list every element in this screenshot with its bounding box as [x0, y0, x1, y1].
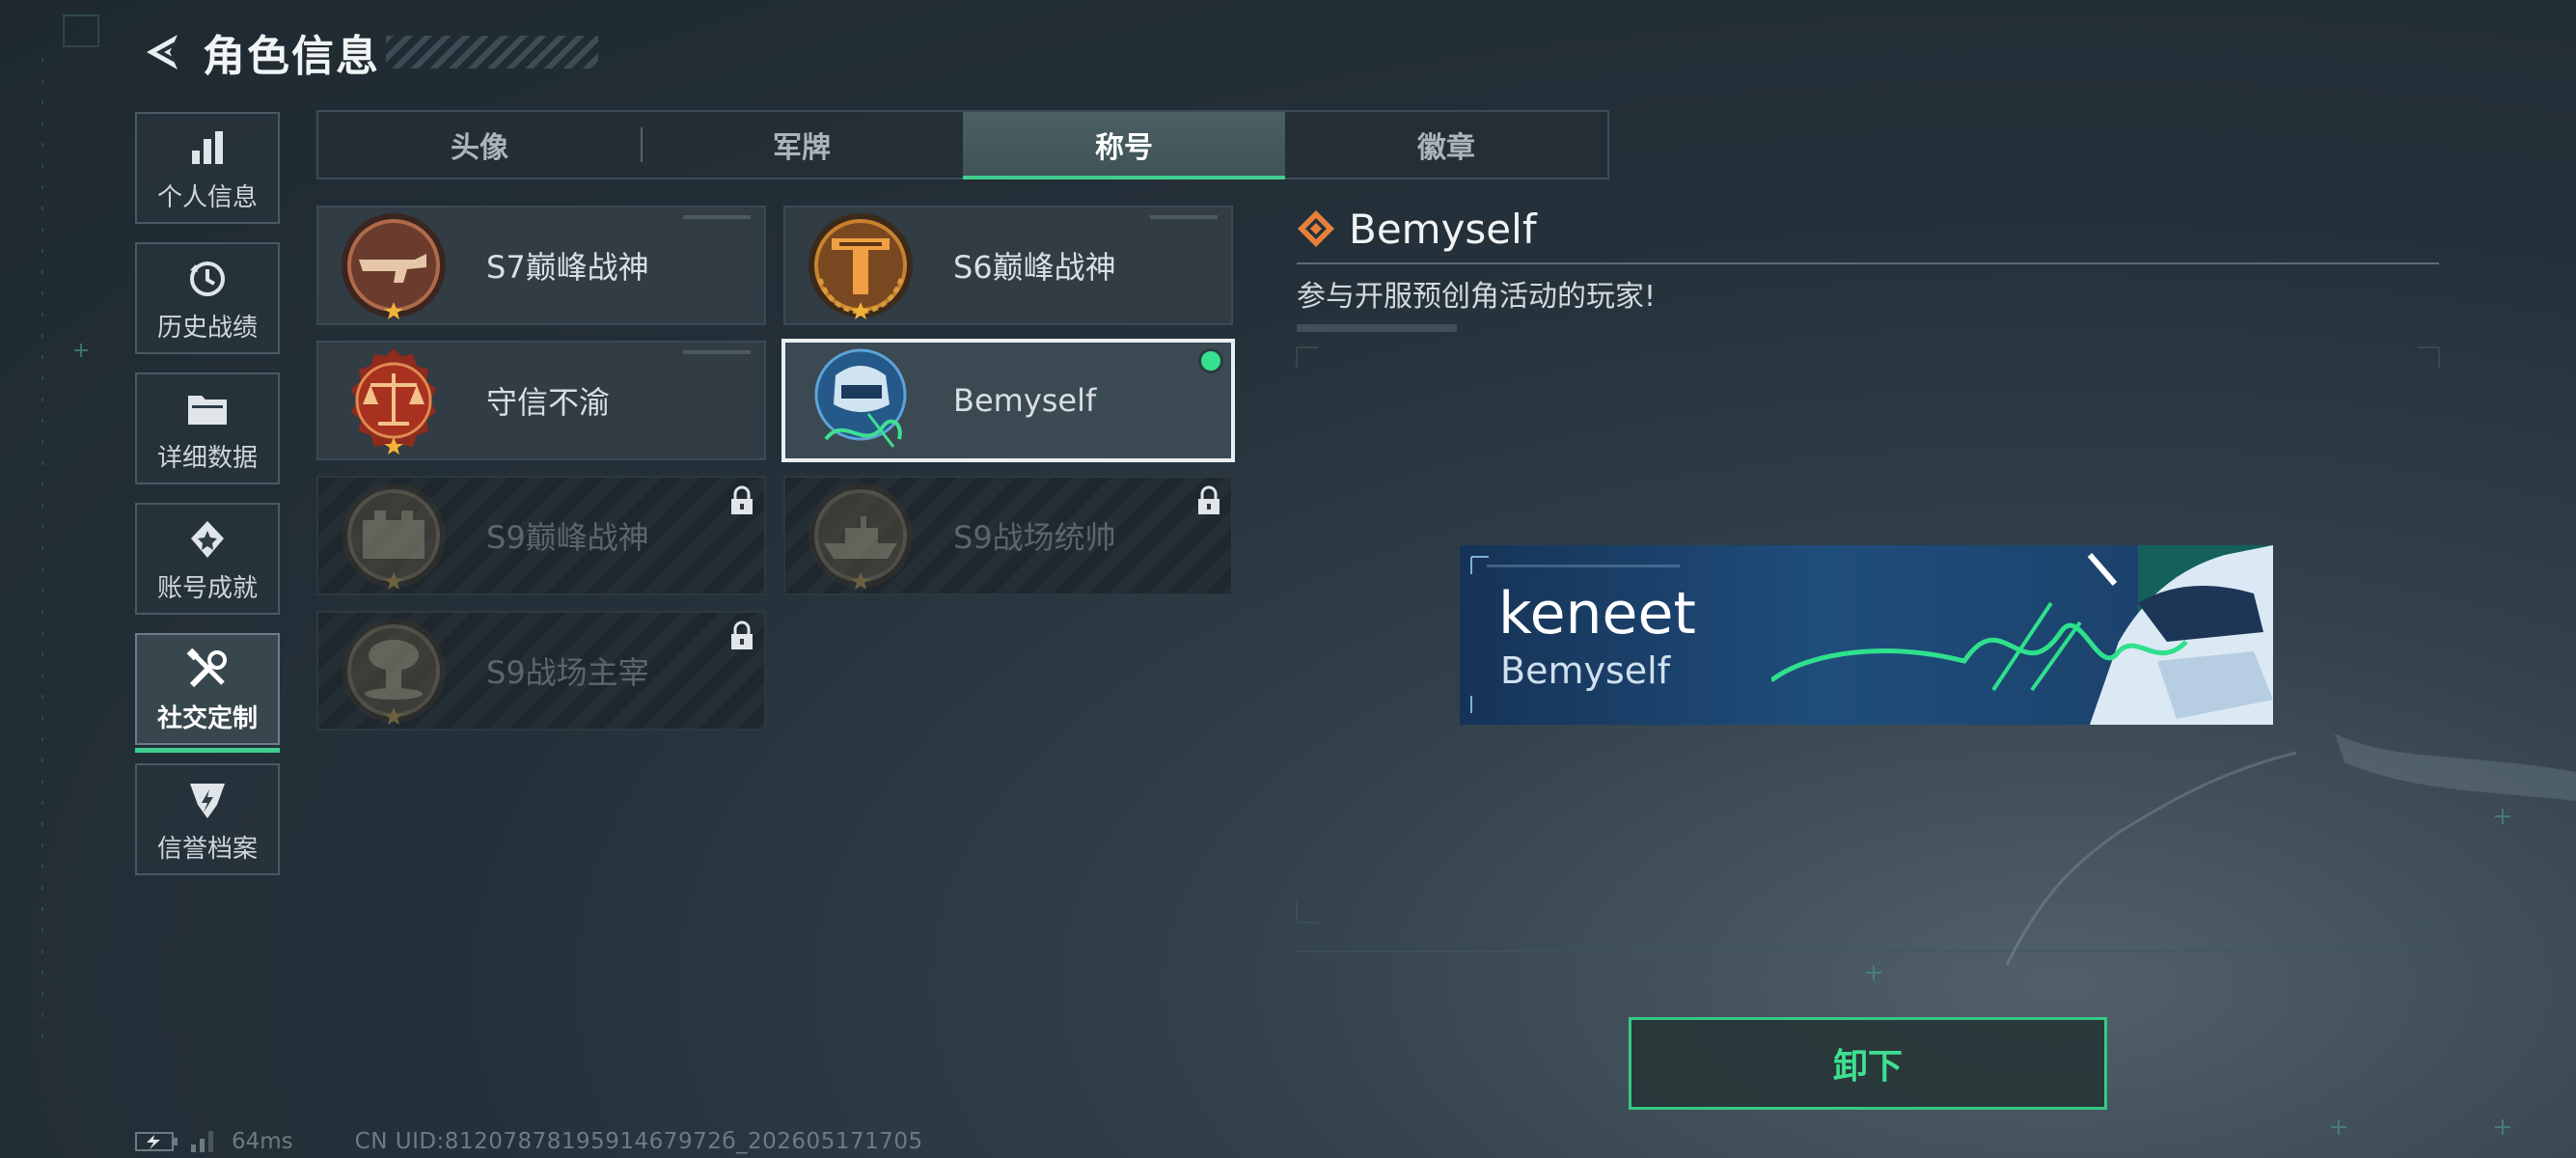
- title-card-s6-peak[interactable]: S6巅峰战神: [783, 206, 1233, 325]
- title-name: Bemyself: [953, 382, 1097, 419]
- title-card-s9-commander[interactable]: S9战场统帅: [783, 476, 1233, 595]
- title-detail: Bemyself 参与开服预创角活动的玩家!: [1297, 203, 2439, 332]
- tab-dog-tag[interactable]: 军牌: [641, 112, 963, 178]
- diamond-rank-icon: [1298, 210, 1334, 247]
- sidebar-item-credit[interactable]: 信誉档案: [135, 763, 280, 875]
- title-banner-preview: keneet Bemyself: [1460, 545, 2273, 725]
- title-card-s9-peak[interactable]: S9巅峰战神: [316, 476, 766, 595]
- sidebar: 个人信息 历史战绩 详细数据 账号成就 社交定制 信誉档案: [135, 112, 284, 894]
- gun-medal-icon: [342, 213, 446, 319]
- mushroom-cloud-medal-icon: [342, 619, 446, 725]
- sidebar-item-social-custom[interactable]: 社交定制: [135, 633, 280, 753]
- card-decoration: [683, 215, 751, 219]
- soldier-signature-icon: [1771, 545, 2273, 725]
- tab-badge[interactable]: 徽章: [1285, 112, 1607, 178]
- detail-tag-decoration: [1297, 324, 1457, 332]
- folder-icon: [186, 384, 229, 434]
- user-uid: CN UID:8120787819591467972б_202605171705: [354, 1129, 923, 1154]
- lock-icon: [731, 485, 753, 514]
- back-button[interactable]: [135, 25, 189, 79]
- title-name: S9战场统帅: [953, 519, 1116, 556]
- title-name: S9战场主宰: [486, 654, 649, 691]
- detail-title-name: Bemyself: [1349, 205, 1537, 253]
- equipped-indicator: [1198, 348, 1223, 373]
- page-title: 角色信息: [203, 32, 380, 81]
- status-bar: 64ms CN UID:8120787819591467972б_2026051…: [135, 1127, 923, 1156]
- sidebar-item-personal-info[interactable]: 个人信息: [135, 112, 280, 224]
- tools-icon: [186, 645, 229, 695]
- banner-player-name: keneet: [1498, 580, 1696, 648]
- page-header: 角色信息: [135, 21, 598, 83]
- sidebar-item-achievements[interactable]: 账号成就: [135, 503, 280, 615]
- title-name: S6巅峰战神: [953, 249, 1116, 286]
- sidebar-item-label: 历史战绩: [156, 313, 258, 343]
- detail-header: Bemyself: [1297, 203, 2439, 255]
- tab-title[interactable]: 称号: [963, 112, 1285, 179]
- lock-icon: [731, 620, 753, 649]
- divider: [1297, 262, 2439, 264]
- fortress-medal-icon: [342, 483, 446, 590]
- category-tabs: 头像 军牌 称号 徽章: [316, 110, 1609, 179]
- ping-value: 64ms: [232, 1129, 293, 1154]
- credit-icon: [188, 775, 227, 825]
- lock-icon: [1198, 485, 1219, 514]
- sidebar-item-label: 信誉档案: [156, 834, 258, 864]
- bar-chart-icon: [188, 124, 227, 174]
- scales-medal-icon: [351, 348, 436, 455]
- sidebar-item-label: 账号成就: [156, 573, 258, 603]
- sidebar-item-label: 详细数据: [156, 443, 258, 473]
- title-card-bemyself[interactable]: Bemyself: [781, 339, 1235, 462]
- banner-title-name: Bemyself: [1500, 649, 1671, 692]
- card-decoration: [1150, 215, 1218, 219]
- title-card-s9-dominator[interactable]: S9战场主宰: [316, 611, 766, 731]
- sidebar-item-label: 个人信息: [156, 182, 258, 212]
- title-card-s7-peak[interactable]: S7巅峰战神: [316, 206, 766, 325]
- soldier-signature-icon: [814, 348, 907, 448]
- achievement-icon: [187, 514, 228, 565]
- unequip-button[interactable]: 卸下: [1629, 1017, 2107, 1110]
- tab-avatar[interactable]: 头像: [318, 112, 641, 178]
- history-icon: [187, 254, 228, 304]
- sidebar-item-history[interactable]: 历史战绩: [135, 242, 280, 354]
- detail-description: 参与开服预创角活动的玩家!: [1297, 280, 1657, 314]
- battery-icon: [135, 1132, 178, 1151]
- warship-medal-icon: [808, 483, 913, 590]
- title-name: S9巅峰战神: [486, 519, 649, 556]
- signal-icon: [191, 1131, 213, 1152]
- card-decoration: [683, 350, 751, 354]
- sidebar-item-detailed-data[interactable]: 详细数据: [135, 372, 280, 484]
- title-name: S7巅峰战神: [486, 249, 649, 286]
- sidebar-item-label: 社交定制: [156, 703, 258, 733]
- title-decoration: [386, 36, 598, 69]
- t-shield-medal-icon: [808, 213, 913, 319]
- title-name: 守信不渝: [486, 384, 611, 421]
- back-arrow-icon: [147, 35, 178, 69]
- title-card-keep-faith[interactable]: 守信不渝: [316, 341, 766, 460]
